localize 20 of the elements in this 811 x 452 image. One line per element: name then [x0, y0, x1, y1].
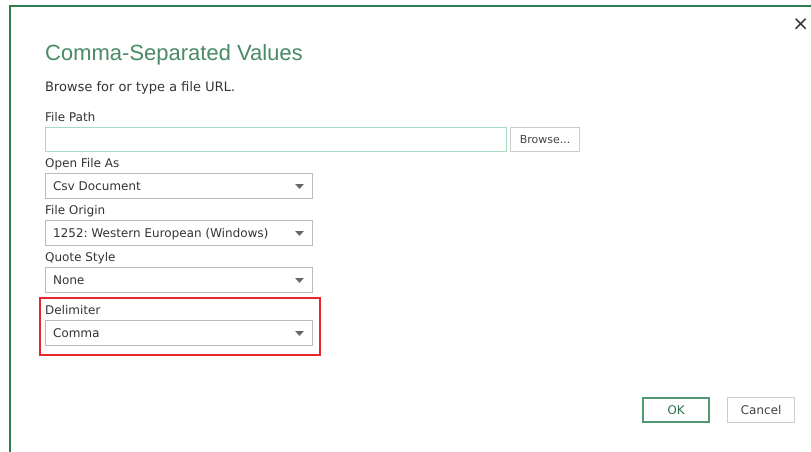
- field-label: File Origin: [45, 203, 106, 217]
- file-path-field[interactable]: [45, 127, 507, 152]
- close-button[interactable]: ×: [790, 11, 811, 35]
- instruction-text: Browse for or type a file URL.: [45, 80, 236, 95]
- browse-button[interactable]: Browse...: [510, 127, 580, 152]
- cancel-button[interactable]: Cancel: [727, 397, 795, 423]
- field-label: Open File As: [45, 156, 120, 170]
- dropdown[interactable]: None: [45, 267, 313, 293]
- caret-icon: [295, 184, 304, 188]
- field-label: Delimiter: [45, 303, 102, 317]
- dialog-title: Comma-Separated Values: [45, 40, 304, 66]
- field-label: Quote Style: [45, 250, 116, 264]
- dropdown[interactable]: Csv Document: [45, 173, 313, 199]
- caret-icon: [295, 278, 304, 282]
- field-label: File Path: [45, 110, 96, 124]
- ok-button[interactable]: OK: [642, 397, 710, 423]
- dropdown[interactable]: Comma: [45, 320, 313, 346]
- caret-icon: [295, 330, 304, 336]
- caret-icon: [295, 230, 304, 236]
- dropdown[interactable]: 1252: Western European (Windows): [45, 220, 313, 246]
